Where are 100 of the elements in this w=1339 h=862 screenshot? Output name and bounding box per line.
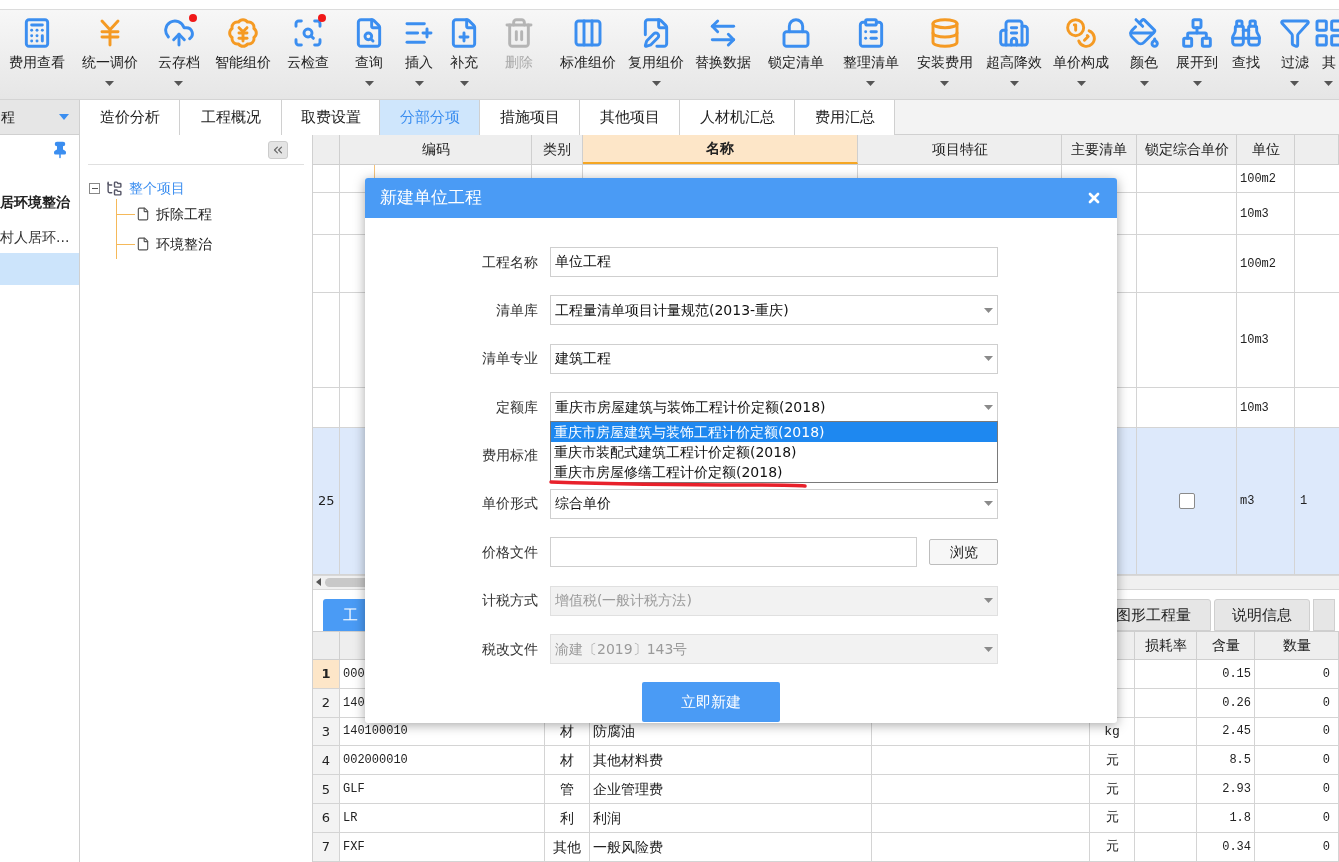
toolbar-button[interactable]: 复用组价 <box>624 10 688 98</box>
tree-item[interactable]: 整个项目 <box>129 177 185 199</box>
close-icon[interactable] <box>1086 190 1102 206</box>
table-cell-text: 10m3 <box>1240 205 1269 223</box>
select-field[interactable]: 工程量清单项目计量规范(2013-重庆) <box>550 295 998 326</box>
table-cell-text: 2.93 <box>1222 781 1251 799</box>
toolbar-button[interactable]: 补充 <box>441 10 487 98</box>
field-label: 清单库 <box>495 300 539 320</box>
field-label: 定额库 <box>495 397 539 417</box>
select-field[interactable]: 综合单价 <box>550 488 998 519</box>
toolbar-button[interactable]: 标准组价 <box>551 10 624 98</box>
caret-icon <box>459 81 469 86</box>
tab[interactable]: 造价分析 <box>80 100 180 135</box>
dropdown-option[interactable]: 重庆市房屋建筑与装饰工程计价定额(2018) <box>551 422 997 443</box>
table-cell-text: 元 <box>1105 838 1119 857</box>
toolbar-button[interactable]: 云存档 <box>145 10 212 98</box>
table-cell-text: 材 <box>560 722 574 741</box>
toolbar-button[interactable]: 单价构成 <box>1047 10 1115 98</box>
column-header[interactable]: 单位 <box>1237 135 1295 164</box>
row-number[interactable]: 1 <box>313 659 340 688</box>
cloud-upload-icon <box>162 17 195 49</box>
tab[interactable]: 取费设置 <box>282 100 380 135</box>
table-cell-text: 100m2 <box>1240 255 1276 273</box>
column-header[interactable]: 含量 <box>1197 631 1255 659</box>
caret-icon <box>414 81 424 86</box>
toolbar-button[interactable]: 其 <box>1318 10 1339 98</box>
panel-header[interactable]: 程 <box>0 100 79 135</box>
table-cell-text: 0 <box>1322 839 1330 857</box>
column-header[interactable]: 主要清单 <box>1062 135 1137 164</box>
tree-toggle[interactable] <box>89 182 100 194</box>
toolbar-button[interactable]: 超高降效 <box>981 10 1047 98</box>
tree-item[interactable]: 环境整治 <box>156 233 212 255</box>
toolbar-button[interactable]: 费用查看 <box>0 10 74 98</box>
text-field[interactable]: 单位工程 <box>550 247 998 277</box>
project-icon <box>106 179 123 197</box>
row-number[interactable]: 6 <box>313 804 340 833</box>
trash-icon <box>503 17 535 49</box>
field-label: 工程名称 <box>481 252 539 272</box>
toolbar-button[interactable]: 整理清单 <box>833 10 908 98</box>
caret-icon <box>174 81 183 86</box>
select-field[interactable]: 建筑工程 <box>550 343 998 374</box>
table-cell-text: 管 <box>560 779 574 799</box>
caret-icon <box>1290 81 1299 86</box>
table-cell-text: 2.45 <box>1222 723 1251 741</box>
table-cell-text: 其他 <box>553 837 581 857</box>
select-field[interactable]: 重庆市房屋建筑与装饰工程计价定额(2018) <box>550 392 998 423</box>
caret-icon <box>1192 81 1202 86</box>
tab[interactable]: 其他项目 <box>580 100 680 135</box>
column-header[interactable]: 名称 <box>583 135 858 164</box>
field-label: 清单专业 <box>481 349 539 369</box>
table-cell-text: 防腐油 <box>593 722 635 741</box>
toolbar-button[interactable]: 统一调价 <box>74 10 145 98</box>
tab[interactable]: 措施项目 <box>480 100 580 135</box>
toolbar-button[interactable]: 查询 <box>341 10 397 98</box>
caret-icon <box>984 501 993 507</box>
row-number[interactable]: 7 <box>313 833 340 862</box>
toolbar-button[interactable]: 锁定清单 <box>758 10 833 98</box>
row-number[interactable]: 5 <box>313 775 340 804</box>
toolbar-button[interactable]: 替换数据 <box>688 10 758 98</box>
table-cell-text: 元 <box>1105 809 1119 828</box>
browse-button[interactable]: 浏览 <box>929 539 998 566</box>
tab[interactable]: 工程概况 <box>180 100 282 135</box>
field-label: 费用标准 <box>481 446 539 466</box>
table-cell-text: 企业管理费 <box>593 779 663 799</box>
file-icon <box>136 207 150 221</box>
field-label: 单价形式 <box>481 494 539 514</box>
toolbar-button[interactable]: 插入 <box>397 10 441 98</box>
tab[interactable]: 人材机汇总 <box>680 100 795 135</box>
column-header[interactable]: 项目特征 <box>858 135 1062 164</box>
table-cell-text: 140100010 <box>343 723 408 741</box>
dropdown-option[interactable]: 重庆市装配式建筑工程计价定额(2018) <box>551 442 997 463</box>
project-item[interactable]: 居环境整治 <box>0 183 79 221</box>
column-header[interactable]: 数量 <box>1255 631 1339 659</box>
row-number[interactable]: 4 <box>313 746 340 775</box>
toolbar-button[interactable]: 云检查 <box>274 10 341 98</box>
tree-item[interactable]: 拆除工程 <box>156 203 212 225</box>
project-item[interactable]: 村人居环... <box>0 221 79 253</box>
row-number[interactable]: 2 <box>313 688 340 717</box>
pin-icon[interactable] <box>51 141 69 159</box>
toolbar-button[interactable]: 安装费用 <box>908 10 981 98</box>
column-header[interactable]: 编码 <box>340 135 532 164</box>
column-header[interactable]: 锁定综合单价 <box>1137 135 1237 164</box>
toolbar-button[interactable]: 过滤 <box>1271 10 1318 98</box>
dropdown-option[interactable]: 重庆市房屋修缮工程计价定额(2018) <box>551 462 997 483</box>
lock-checkbox[interactable] <box>1178 493 1195 509</box>
table-cell-text: 8.5 <box>1229 752 1251 770</box>
dialog-title: 新建单位工程 <box>380 186 482 210</box>
row-number[interactable]: 3 <box>313 717 340 746</box>
tab[interactable]: 费用汇总 <box>795 100 895 135</box>
file-path-field[interactable] <box>550 537 917 568</box>
table-cell-text: 0 <box>1322 781 1330 799</box>
collapse-button[interactable] <box>268 140 288 159</box>
toolbar-button[interactable]: 颜色 <box>1115 10 1173 98</box>
tab[interactable]: 说明信息 <box>1214 598 1310 631</box>
caret-icon <box>1324 81 1333 86</box>
toolbar-button[interactable]: 智能组价 <box>212 10 274 98</box>
toolbar-button[interactable]: 查找 <box>1221 10 1271 98</box>
table-cell-text: 140 <box>343 694 365 712</box>
toolbar-button[interactable]: 展开到 <box>1173 10 1221 98</box>
column-header[interactable]: 损耗率 <box>1135 631 1197 659</box>
